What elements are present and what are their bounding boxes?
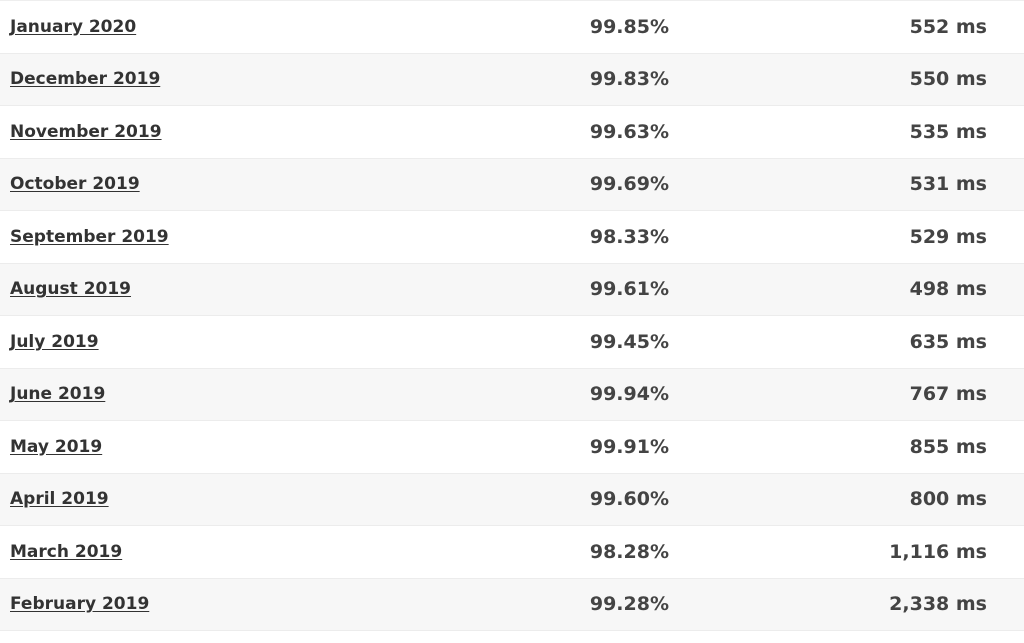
month-link[interactable]: November 2019 — [10, 122, 162, 142]
table-row: February 2019 99.28% 2,338 ms — [0, 578, 1024, 631]
month-link[interactable]: March 2019 — [10, 542, 122, 562]
month-cell: April 2019 — [0, 489, 520, 509]
month-link[interactable]: May 2019 — [10, 437, 102, 457]
month-link[interactable]: February 2019 — [10, 594, 149, 614]
uptime-cell: 99.94% — [589, 383, 669, 406]
uptime-cell: 99.28% — [589, 593, 669, 616]
response-time-cell: 800 ms — [909, 488, 987, 511]
month-cell: November 2019 — [0, 122, 520, 142]
uptime-cell: 99.91% — [589, 435, 669, 458]
uptime-cell: 99.83% — [589, 68, 669, 91]
table-row: December 2019 99.83% 550 ms — [0, 53, 1024, 106]
response-time-cell: 535 ms — [909, 120, 987, 143]
uptime-cell: 99.61% — [589, 278, 669, 301]
month-link[interactable]: December 2019 — [10, 69, 160, 89]
month-cell: June 2019 — [0, 384, 520, 404]
response-time-cell: 552 ms — [909, 15, 987, 38]
uptime-table: January 2020 99.85% 552 ms December 2019… — [0, 0, 1024, 631]
uptime-cell: 99.69% — [589, 173, 669, 196]
response-time-cell: 2,338 ms — [889, 593, 987, 616]
month-cell: September 2019 — [0, 227, 520, 247]
month-link[interactable]: April 2019 — [10, 489, 109, 509]
uptime-cell: 99.63% — [589, 120, 669, 143]
table-row: March 2019 98.28% 1,116 ms — [0, 526, 1024, 579]
response-time-cell: 767 ms — [909, 383, 987, 406]
month-link[interactable]: October 2019 — [10, 174, 140, 194]
month-link[interactable]: September 2019 — [10, 227, 169, 247]
month-cell: July 2019 — [0, 332, 520, 352]
table-row: August 2019 99.61% 498 ms — [0, 263, 1024, 316]
response-time-cell: 529 ms — [909, 225, 987, 248]
table-row: April 2019 99.60% 800 ms — [0, 473, 1024, 526]
table-row: October 2019 99.69% 531 ms — [0, 158, 1024, 211]
month-link[interactable]: June 2019 — [10, 384, 105, 404]
response-time-cell: 1,116 ms — [889, 540, 987, 563]
month-cell: October 2019 — [0, 174, 520, 194]
response-time-cell: 855 ms — [909, 435, 987, 458]
uptime-cell: 98.33% — [589, 225, 669, 248]
month-cell: May 2019 — [0, 437, 520, 457]
month-cell: December 2019 — [0, 69, 520, 89]
uptime-cell: 99.45% — [589, 330, 669, 353]
response-time-cell: 498 ms — [909, 278, 987, 301]
month-link[interactable]: August 2019 — [10, 279, 131, 299]
table-row: July 2019 99.45% 635 ms — [0, 316, 1024, 369]
month-link[interactable]: July 2019 — [10, 332, 99, 352]
month-cell: March 2019 — [0, 542, 520, 562]
uptime-cell: 99.60% — [589, 488, 669, 511]
month-link[interactable]: January 2020 — [10, 17, 136, 37]
table-row: June 2019 99.94% 767 ms — [0, 368, 1024, 421]
uptime-cell: 99.85% — [589, 15, 669, 38]
table-row: January 2020 99.85% 552 ms — [0, 1, 1024, 54]
table-row: May 2019 99.91% 855 ms — [0, 421, 1024, 474]
response-time-cell: 635 ms — [909, 330, 987, 353]
month-cell: August 2019 — [0, 279, 520, 299]
month-cell: January 2020 — [0, 17, 520, 37]
uptime-cell: 98.28% — [589, 540, 669, 563]
table-row: November 2019 99.63% 535 ms — [0, 106, 1024, 159]
month-cell: February 2019 — [0, 594, 520, 614]
table-row: September 2019 98.33% 529 ms — [0, 211, 1024, 264]
response-time-cell: 531 ms — [909, 173, 987, 196]
response-time-cell: 550 ms — [909, 68, 987, 91]
